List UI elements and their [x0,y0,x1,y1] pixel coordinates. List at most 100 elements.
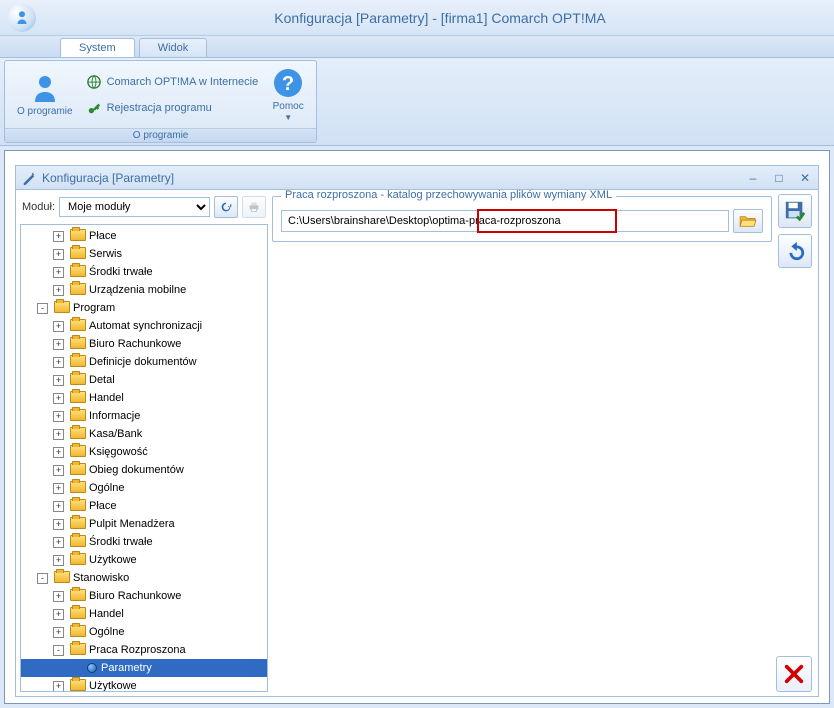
tree-toggle-icon[interactable]: + [53,501,64,512]
tree-toggle-icon[interactable]: + [53,375,64,386]
tree-toggle-icon[interactable]: - [53,645,64,656]
tree-node-uzytkowe2[interactable]: +Użytkowe [21,677,267,692]
window-title: Konfiguracja [Parametry] - [firma1] Coma… [46,10,834,26]
tree-node-automat_sync[interactable]: +Automat synchronizacji [21,317,267,335]
tree-node-ksiegowosc[interactable]: +Księgowość [21,443,267,461]
tree-label: Handel [89,608,124,620]
tree-toggle-icon[interactable]: - [37,303,48,314]
tree-toggle-icon[interactable]: + [53,537,64,548]
cancel-close-button[interactable] [776,656,812,692]
tree-toggle-icon[interactable]: + [53,429,64,440]
tab-widok[interactable]: Widok [139,38,208,57]
tree-label: Praca Rozproszona [89,644,186,656]
tree-node-uzytkowe[interactable]: + Użytkowe [21,551,267,569]
tree-node-serwis[interactable]: + Serwis [21,245,267,263]
tree-node-definicje_dok[interactable]: + Definicje dokumentów [21,353,267,371]
tree-toggle-icon[interactable]: + [53,609,64,620]
about-button[interactable]: O programie [11,70,79,119]
folder-icon [70,265,86,279]
app-logo-icon [8,4,36,32]
tree-node-praca_rozp[interactable]: - Praca Rozproszona [21,641,267,659]
ribbon: O programie Comarch OPT!MA w Internecie … [0,58,834,146]
minimize-button[interactable]: – [746,171,760,185]
folder-icon [70,499,86,513]
tab-system[interactable]: System [60,38,135,57]
tree-toggle-icon[interactable]: + [53,249,64,260]
tree-node-ogolne2[interactable]: +Ogólne [21,623,267,641]
tree-node-pulpit[interactable]: +Pulpit Menadżera [21,515,267,533]
tree-node-handel2[interactable]: + Handel [21,605,267,623]
tree-toggle-icon[interactable]: - [37,573,48,584]
tree-toggle-icon[interactable]: + [53,591,64,602]
tree-label: Środki trwałe [89,536,153,548]
tree-node-ogolne[interactable]: + Ogólne [21,479,267,497]
folder-icon [70,463,86,477]
tree-node-srodki_trwale[interactable]: +Środki trwałe [21,263,267,281]
config-icon [22,171,36,185]
tree-node-program[interactable]: - Program [21,299,267,317]
undo-arrow-icon [784,240,806,262]
tree-label: Ogólne [89,482,124,494]
tree-node-handel[interactable]: +Handel [21,389,267,407]
diskette-check-icon [784,200,806,222]
folder-icon [70,337,86,351]
tree-toggle-icon[interactable]: + [53,627,64,638]
tree-label: Definicje dokumentów [89,356,197,368]
tree-toggle-icon[interactable]: + [53,357,64,368]
tree-toggle-icon[interactable]: + [53,321,64,332]
tree-node-stanowisko[interactable]: -Stanowisko [21,569,267,587]
tree-toggle-icon[interactable]: + [53,411,64,422]
refresh-button[interactable] [214,196,238,218]
folder-icon [54,571,70,585]
tree-node-srodki2[interactable]: + Środki trwałe [21,533,267,551]
tree-toggle-icon[interactable]: + [53,339,64,350]
folder-icon [70,373,86,387]
tree-toggle-icon[interactable]: + [53,681,64,692]
tree-node-urzadzenia_mobilne[interactable]: +Urządzenia mobilne [21,281,267,299]
tree-label: Użytkowe [89,554,137,566]
tree-label: Płace [89,230,117,242]
tree-toggle-icon[interactable]: + [53,267,64,278]
folder-icon [70,679,86,692]
red-x-icon [783,663,805,685]
tree-node-place2[interactable]: +Płace [21,497,267,515]
tree-toggle-icon[interactable]: + [53,231,64,242]
xml-path-input[interactable] [282,211,728,231]
globe-icon [87,75,101,89]
tree-toggle-icon[interactable]: + [53,285,64,296]
tree-toggle-icon[interactable]: + [53,519,64,530]
save-button[interactable] [778,194,812,228]
tree-label: Parametry [101,662,152,674]
tree-toggle-icon[interactable]: + [53,393,64,404]
module-select[interactable]: Moje moduły [59,197,210,217]
inner-window-title: Konfiguracja [Parametry] [42,171,174,185]
dropdown-arrow-icon: ▼ [284,113,292,122]
tree-node-detal[interactable]: +Detal [21,371,267,389]
tree-toggle-icon[interactable]: + [53,555,64,566]
tree-node-place[interactable]: + Płace [21,227,267,245]
maximize-button[interactable]: □ [772,171,786,185]
tree-node-informacje[interactable]: +Informacje [21,407,267,425]
tree-toggle-icon[interactable]: + [53,483,64,494]
ribbon-group-about: O programie Comarch OPT!MA w Internecie … [4,60,317,143]
tree-node-biuro2[interactable]: +Biuro Rachunkowe [21,587,267,605]
config-tree[interactable]: +Płace+Serwis+Środki trwałe+Urządzenia m… [20,224,268,692]
close-button[interactable]: ✕ [798,171,812,185]
tree-node-biuro_rachunkowe[interactable]: +Biuro Rachunkowe [21,335,267,353]
help-button[interactable]: ? Pomoc▼ [266,65,310,125]
tree-node-kasa_bank[interactable]: +Kasa/Bank [21,425,267,443]
module-label: Moduł: [22,201,55,213]
folder-open-icon [739,214,757,228]
folder-icon [70,247,86,261]
browse-folder-button[interactable] [733,209,763,233]
tree-node-obieg_dok[interactable]: +Obieg dokumentów [21,461,267,479]
link-optima-internet[interactable]: Comarch OPT!MA w Internecie [87,75,259,89]
tree-label: Serwis [89,248,122,260]
tree-node-parametry[interactable]: Parametry [21,659,267,677]
tree-toggle-icon[interactable]: + [53,447,64,458]
link-register-program[interactable]: Rejestracja programu [87,101,259,115]
undo-button[interactable] [778,234,812,268]
tree-toggle-icon[interactable]: + [53,465,64,476]
tree-label: Program [73,302,115,314]
print-button[interactable] [242,196,266,218]
